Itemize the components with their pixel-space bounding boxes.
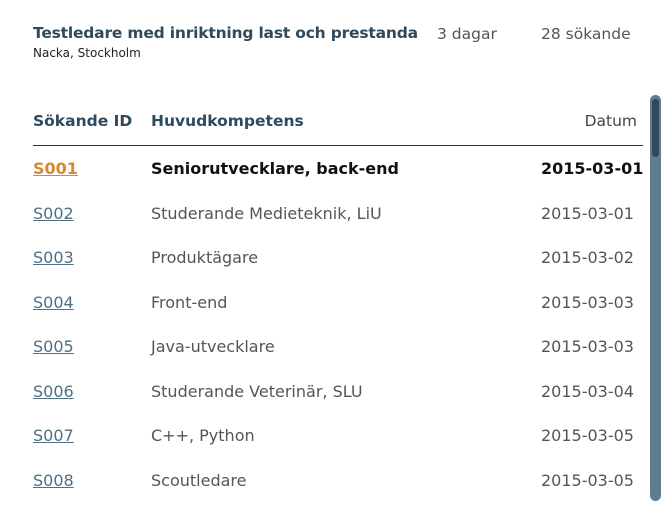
applicant-date: 2015-03-05 [541, 426, 634, 445]
applicant-date: 2015-03-01 [541, 203, 634, 223]
table-row[interactable]: S005 Java-utvecklare 2015-03-03 [33, 324, 643, 369]
applicant-date: 2015-03-05 [541, 470, 634, 490]
job-header: Testledare med inriktning last och prest… [33, 24, 643, 64]
table-row[interactable]: S007 C++, Python 2015-03-05 [33, 413, 643, 458]
applicant-competence: Seniorutvecklare, back-end [151, 159, 399, 178]
table-row[interactable]: S002 Studerande Medieteknik, LiU 2015-03… [33, 191, 643, 236]
applicant-competence: Front-end [151, 292, 228, 312]
applicant-date: 2015-03-03 [541, 337, 634, 356]
applicant-date: 2015-03-04 [541, 381, 634, 401]
applicant-competence: Studerande Medieteknik, LiU [151, 203, 382, 223]
column-header-applicant-id[interactable]: Sökande ID [33, 112, 132, 130]
job-applicant-count: 28 sökande [541, 25, 631, 43]
applicant-id-link[interactable]: S007 [33, 426, 74, 445]
applicant-id-link[interactable]: S002 [33, 204, 74, 223]
applicant-competence: Studerande Veterinär, SLU [151, 381, 363, 401]
table-row[interactable]: S006 Studerande Veterinär, SLU 2015-03-0… [33, 369, 643, 414]
table-header: Sökande ID Huvudkompetens Datum [33, 108, 643, 146]
column-header-date[interactable]: Datum [585, 112, 637, 130]
applicant-date: 2015-03-03 [541, 292, 634, 312]
applicant-date: 2015-03-01 [541, 159, 644, 178]
applicant-competence: Java-utvecklare [151, 337, 275, 356]
applicant-id-link[interactable]: S005 [33, 337, 74, 356]
scrollbar-thumb[interactable] [652, 99, 659, 157]
vertical-scrollbar[interactable] [650, 95, 661, 501]
table-row[interactable]: S001 Seniorutvecklare, back-end 2015-03-… [33, 146, 643, 191]
applicant-competence: Scoutledare [151, 470, 247, 490]
applicant-id-link[interactable]: S001 [33, 159, 78, 178]
column-header-competence[interactable]: Huvudkompetens [151, 112, 304, 130]
table-row[interactable]: S004 Front-end 2015-03-03 [33, 280, 643, 325]
applicants-table: Sökande ID Huvudkompetens Datum S001 Sen… [33, 108, 643, 502]
applicant-date: 2015-03-02 [541, 248, 634, 267]
applicant-id-link[interactable]: S004 [33, 293, 74, 312]
table-row[interactable]: S008 Scoutledare 2015-03-05 [33, 458, 643, 503]
job-location: Nacka, Stockholm [33, 46, 141, 60]
applicant-id-link[interactable]: S003 [33, 248, 74, 267]
applicant-id-link[interactable]: S008 [33, 471, 74, 490]
applicant-competence: Produktägare [151, 248, 259, 267]
job-title: Testledare med inriktning last och prest… [33, 24, 418, 42]
applicant-id-link[interactable]: S006 [33, 382, 74, 401]
table-row[interactable]: S003 Produktägare 2015-03-02 [33, 235, 643, 280]
applicant-competence: C++, Python [151, 426, 255, 445]
job-posted-age: 3 dagar [437, 25, 497, 43]
